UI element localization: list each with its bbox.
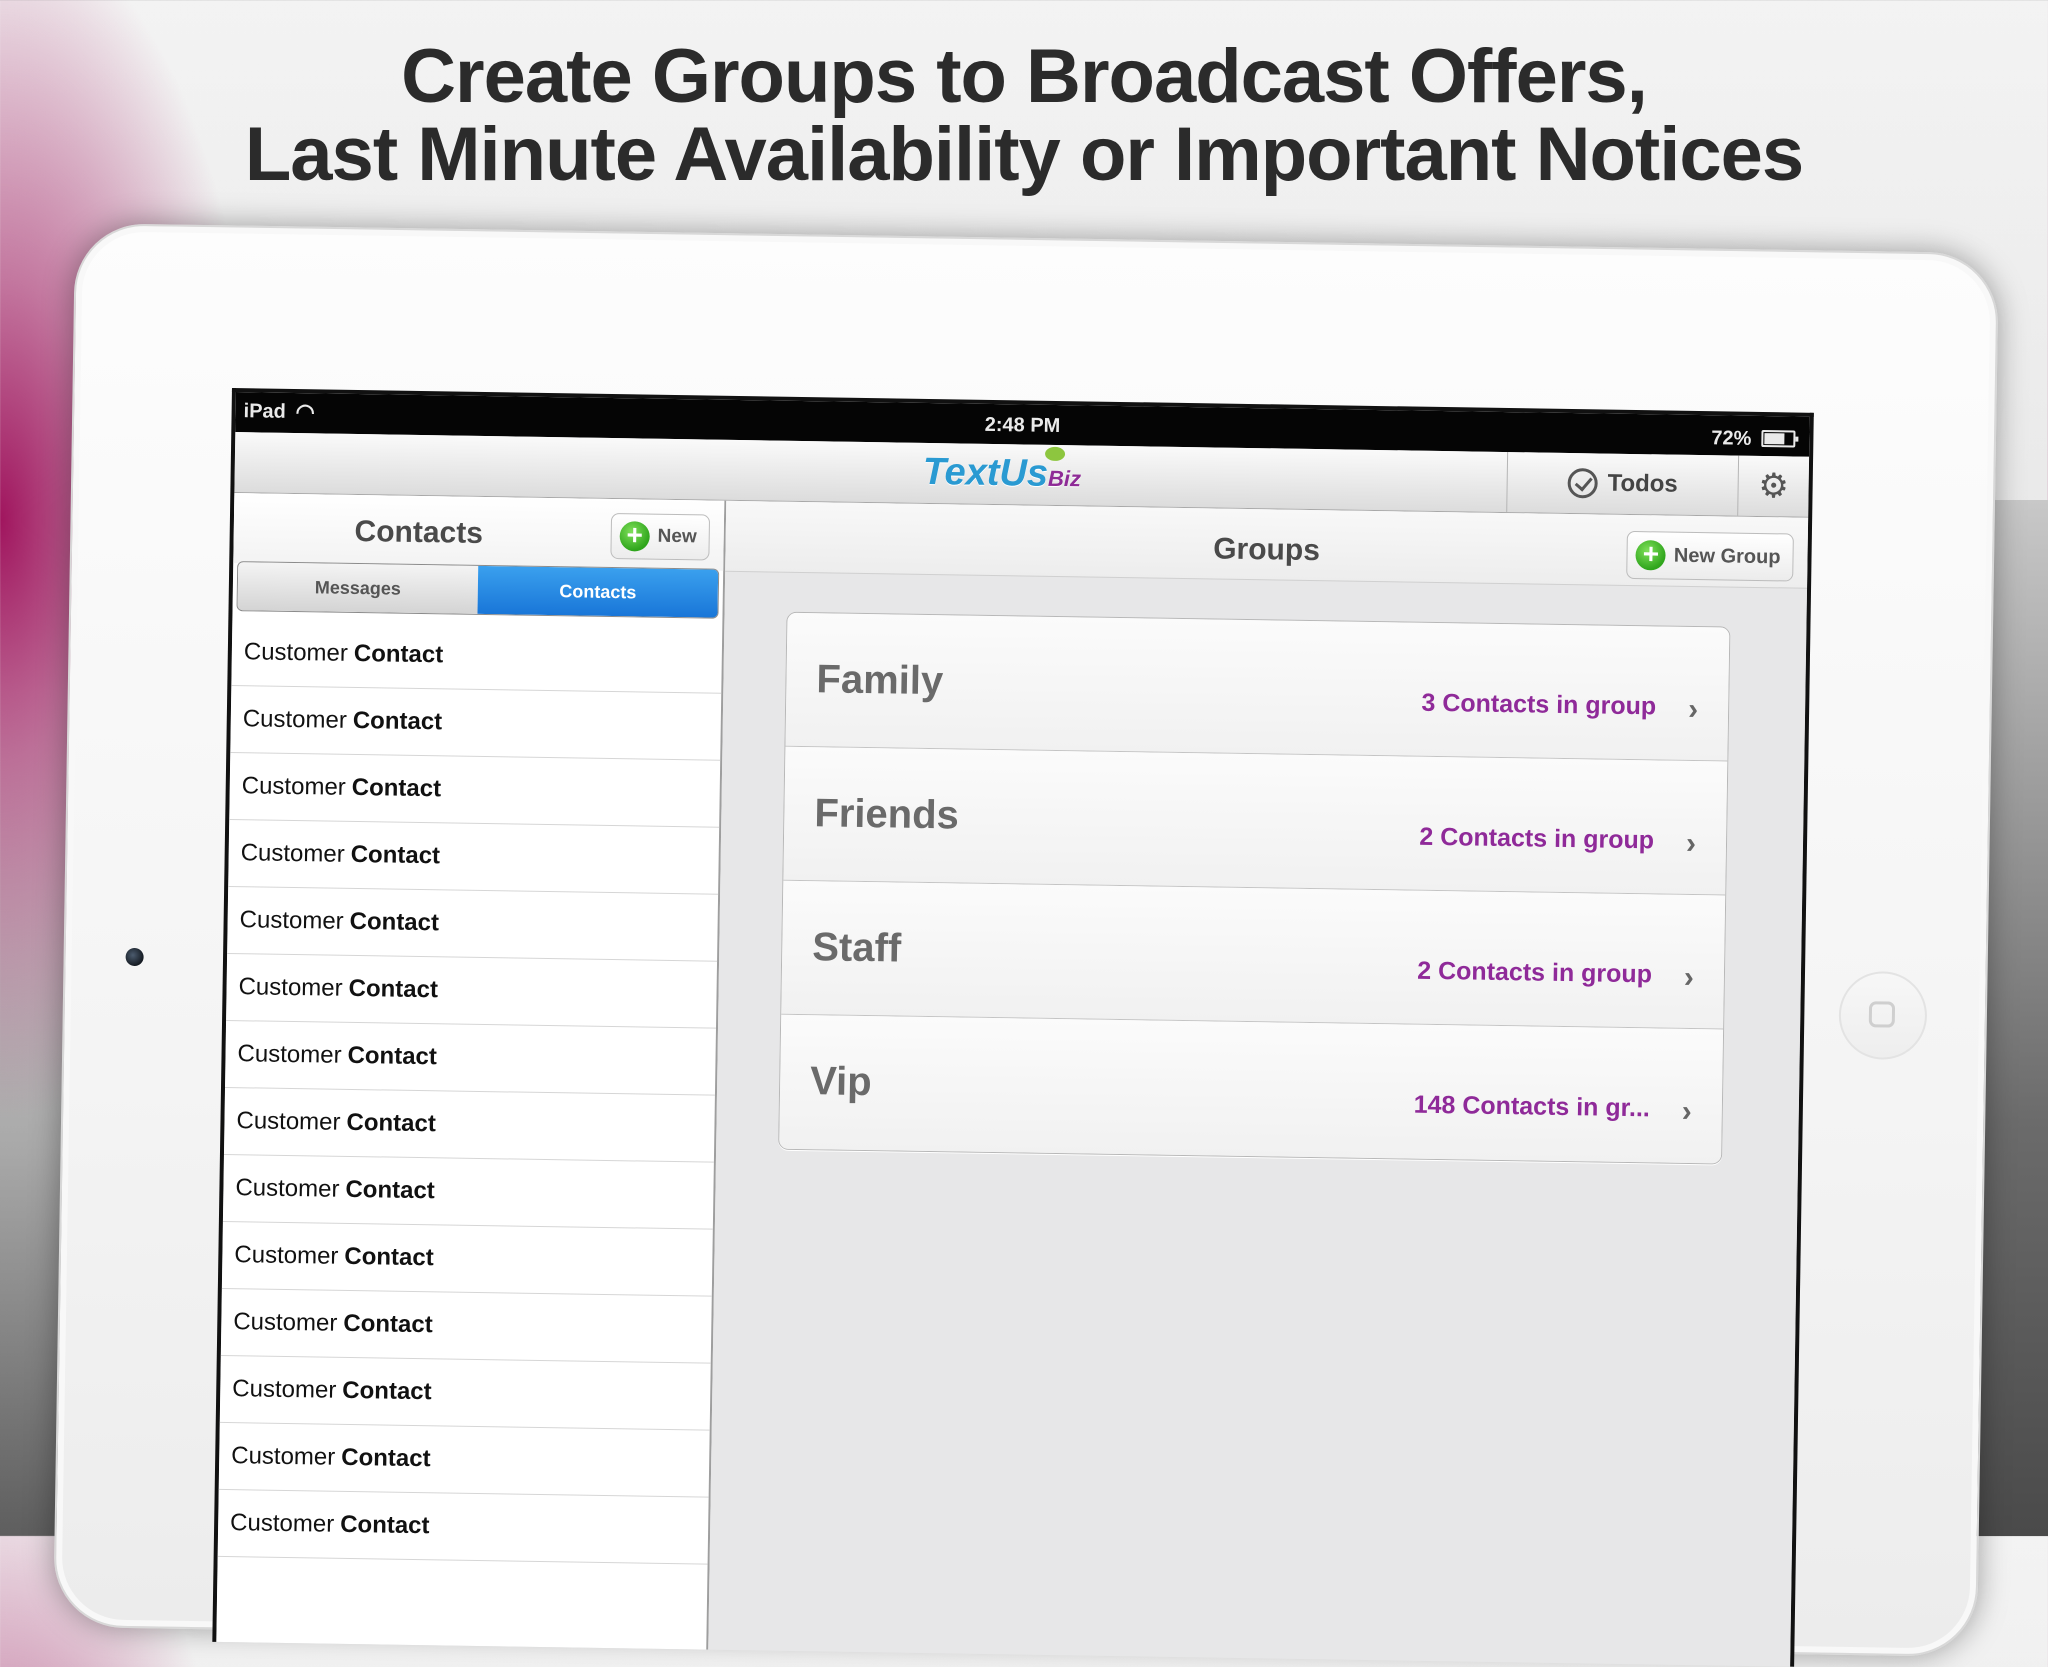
contact-row[interactable]: Customer Contact [225,1020,716,1096]
headline-line-1: Create Groups to Broadcast Offers, [401,34,1648,119]
battery-percent: 72% [1711,427,1752,450]
check-circle-icon [1567,467,1598,499]
contact-row[interactable]: Customer Contact [229,753,721,828]
app-logo: TextUsBiz [922,446,1082,496]
contact-first-name: Customer [233,1308,338,1337]
todos-button[interactable]: Todos [1506,452,1740,516]
headline-line-2: Last Minute Availability or Important No… [244,112,1804,197]
contact-first-name: Customer [238,973,343,1002]
contact-last-name: Contact [351,773,442,803]
segment-messages[interactable]: Messages [237,562,479,614]
chevron-right-icon: › [1683,960,1695,995]
contact-row[interactable]: Customer Contact [226,953,718,1029]
contact-last-name: Contact [353,639,444,669]
contact-first-name: Customer [231,1442,336,1471]
contact-row[interactable]: Customer Contact [228,820,720,895]
logo-text: TextUs [922,450,1049,495]
group-row-vip[interactable]: Vip 148 Contacts in gr... › [779,1014,1724,1164]
contact-list: Customer Contact Customer Contact Customer… [217,619,723,1565]
chevron-right-icon: › [1681,1094,1693,1129]
contact-last-name: Contact [349,907,440,937]
contact-first-name: Customer [234,1241,339,1270]
chevron-right-icon: › [1685,826,1697,861]
camera-icon [125,947,144,967]
group-count: 3 Contacts in group [1421,688,1657,721]
contact-last-name: Contact [341,1443,431,1473]
group-name: Friends [814,791,960,838]
contact-last-name: Contact [350,840,441,870]
contact-row[interactable]: Customer Contact [219,1355,711,1431]
contact-last-name: Contact [344,1242,434,1272]
contact-last-name: Contact [347,1041,438,1071]
plus-icon: + [619,519,650,552]
marketing-headline: Create Groups to Broadcast Offers, Last … [0,38,2048,194]
group-count: 2 Contacts in group [1417,956,1653,989]
plus-icon: + [1635,538,1667,571]
group-count: 148 Contacts in gr... [1413,1090,1651,1123]
new-group-button[interactable]: + New Group [1626,530,1794,582]
view-segmented-control: Messages Contacts [236,561,720,619]
new-group-label: New Group [1673,544,1781,568]
contacts-sidebar: Contacts + New Messages Contacts Custome… [216,493,727,1650]
settings-button[interactable]: ⚙ [1738,456,1809,517]
new-contact-button[interactable]: + New [610,512,711,561]
home-button[interactable] [1838,970,1928,1061]
group-count: 2 Contacts in group [1419,822,1655,855]
group-name: Vip [809,1059,873,1105]
contact-row[interactable]: Customer Contact [218,1422,710,1498]
segment-contacts[interactable]: Contacts [477,565,719,618]
todos-label: Todos [1607,469,1678,498]
contact-last-name: Contact [342,1376,432,1406]
contact-row[interactable]: Customer Contact [223,1087,715,1163]
contact-first-name: Customer [229,1509,335,1538]
contact-first-name: Customer [243,638,349,667]
contact-row[interactable]: Customer Contact [231,619,723,694]
new-button-label: New [657,525,697,548]
logo-bubble-icon [1044,446,1066,462]
contact-last-name: Contact [352,706,443,736]
contact-first-name: Customer [232,1375,337,1404]
contact-last-name: Contact [345,1175,436,1205]
ipad-screen: iPad ◠ 2:48 PM 72% TextUsBiz Todos ⚙ Con… [212,388,1814,1667]
contact-row[interactable]: Customer Contact [227,887,719,962]
groups-panel: Groups + New Group Family 3 Contacts in … [708,500,1809,1667]
contact-first-name: Customer [241,772,346,801]
group-row-friends[interactable]: Friends 2 Contacts in group › [783,746,1728,896]
contact-last-name: Contact [346,1108,437,1138]
contact-row[interactable]: Customer Contact [222,1154,714,1230]
group-name: Staff [811,925,902,971]
gear-icon: ⚙ [1758,466,1790,506]
battery-icon [1761,430,1796,448]
contact-row[interactable]: Customer Contact [221,1221,713,1297]
contact-row[interactable]: Customer Contact [217,1489,709,1565]
group-row-staff[interactable]: Staff 2 Contacts in group › [781,880,1726,1030]
contact-first-name: Customer [237,1040,342,1069]
contact-first-name: Customer [239,906,344,935]
contact-last-name: Contact [348,974,439,1004]
sidebar-title: Contacts [354,514,484,550]
contact-last-name: Contact [343,1309,433,1339]
sidebar-header: Contacts + New [233,493,725,571]
chevron-right-icon: › [1687,692,1699,727]
logo-suffix: Biz [1047,465,1082,492]
contact-row[interactable]: Customer Contact [220,1288,712,1364]
contact-row[interactable]: Customer Contact [230,686,722,761]
contact-first-name: Customer [240,839,345,868]
contact-first-name: Customer [236,1107,341,1136]
contact-first-name: Customer [242,705,348,734]
contact-first-name: Customer [235,1174,340,1203]
group-row-family[interactable]: Family 3 Contacts in group › [785,612,1730,762]
groups-list: Family 3 Contacts in group › Friends 2 C… [778,611,1731,1165]
group-name: Family [816,657,944,704]
